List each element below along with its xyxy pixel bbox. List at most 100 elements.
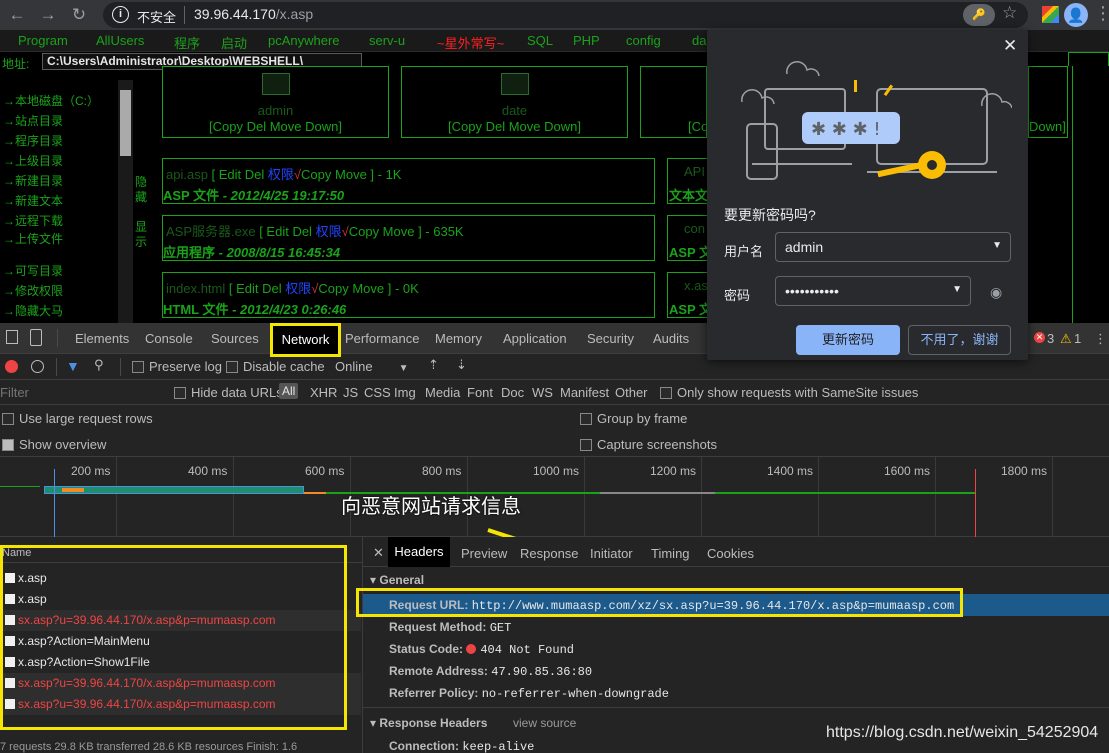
nav-upload-file[interactable]: →上传文件 (3, 230, 63, 247)
file-name[interactable]: ASP服务器.exe (166, 224, 256, 239)
folder-name[interactable]: date (402, 103, 627, 118)
stub-name[interactable]: API (684, 164, 705, 179)
file-perm[interactable]: 权限 (316, 224, 342, 239)
folder-card-partial-right[interactable]: Down] (1028, 66, 1068, 138)
nav-modify-perm[interactable]: →修改权限 (3, 282, 63, 299)
nav-site-dir[interactable]: →站点目录 (3, 112, 63, 129)
type-other[interactable]: Other (615, 385, 648, 400)
username-select[interactable]: admin ▼ (775, 232, 1011, 262)
view-source-link[interactable]: view source (513, 716, 576, 730)
kebab-menu-icon[interactable]: ⋮ (1094, 3, 1109, 24)
type-css[interactable]: CSS (364, 385, 391, 400)
nav-writable-dir[interactable]: →可写目录 (3, 262, 63, 279)
type-media[interactable]: Media (425, 385, 460, 400)
checkbox-box-checked[interactable] (2, 439, 14, 451)
type-font[interactable]: Font (467, 385, 493, 400)
no-thanks-button[interactable]: 不用了，谢谢 (908, 325, 1011, 355)
nav-new-text[interactable]: →新建文本 (3, 192, 63, 209)
file-ops-suffix[interactable]: Copy Move ] - 0K (318, 281, 418, 296)
record-icon[interactable] (5, 360, 18, 373)
checkbox-box[interactable] (132, 361, 144, 373)
menu-config[interactable]: config (626, 33, 661, 48)
tab-memory[interactable]: Memory (435, 331, 482, 346)
file-row-exe[interactable]: ASP服务器.exe [ Edit Del 权限√Copy Move ] - 6… (162, 215, 655, 261)
hide-data-urls-checkbox[interactable]: Hide data URLs (174, 385, 283, 400)
checkbox-box[interactable] (580, 439, 592, 451)
eye-icon[interactable]: ◉ (990, 284, 1002, 301)
type-img[interactable]: Img (394, 385, 416, 400)
clear-icon[interactable] (31, 360, 44, 373)
general-section-toggle[interactable]: ▾ General (370, 573, 424, 587)
tab-timing[interactable]: Timing (651, 546, 690, 561)
nav-scroll-thumb[interactable] (120, 90, 131, 156)
menu-pcanywhere[interactable]: pcAnywhere (268, 33, 340, 48)
tab-security[interactable]: Security (587, 331, 634, 346)
menu-da[interactable]: da (692, 33, 706, 48)
header-status-code[interactable]: Status Code: 404 Not Found (389, 642, 574, 657)
file-stub[interactable]: con ASP 文 (667, 215, 709, 261)
folder-actions[interactable]: [Copy Del Move Down] (402, 119, 627, 134)
tab-application[interactable]: Application (503, 331, 567, 346)
nav-hide-shell[interactable]: →隐藏大马 (3, 302, 63, 319)
header-request-method[interactable]: Request Method: GET (389, 620, 511, 635)
header-referrer-policy[interactable]: Referrer Policy: no-referrer-when-downgr… (389, 686, 669, 701)
password-select[interactable]: ••••••••••• ▼ (775, 276, 971, 306)
folder-card-date[interactable]: date [Copy Del Move Down] (401, 66, 628, 138)
group-by-frame-checkbox[interactable]: Group by frame (580, 411, 687, 426)
import-har-icon[interactable]: ⇡ (428, 357, 439, 373)
large-rows-checkbox[interactable]: Use large request rows (2, 411, 153, 426)
nav-program-dir[interactable]: →程序目录 (3, 132, 63, 149)
tab-preview[interactable]: Preview (461, 546, 507, 561)
back-icon[interactable]: ← (6, 4, 28, 26)
header-connection[interactable]: Connection: keep-alive (389, 739, 534, 753)
reload-icon[interactable]: ↻ (68, 4, 90, 26)
tab-initiator[interactable]: Initiator (590, 546, 633, 561)
file-row-api[interactable]: api.asp [ Edit Del 权限√Copy Move ] - 1K A… (162, 158, 655, 204)
checkbox-box[interactable] (580, 413, 592, 425)
file-row-index[interactable]: index.html [ Edit Del 权限√Copy Move ] - 0… (162, 272, 655, 318)
menu-php[interactable]: PHP (573, 33, 600, 48)
folder-name[interactable]: admin (163, 103, 388, 118)
key-icon[interactable]: 🔑 (963, 4, 995, 26)
hide-toggle[interactable]: 隐藏 显示 (135, 175, 149, 250)
type-all[interactable]: All (279, 383, 299, 399)
tab-audits[interactable]: Audits (653, 331, 689, 346)
type-js[interactable]: JS (343, 385, 358, 400)
tab-network[interactable]: Network (270, 323, 341, 357)
tab-performance[interactable]: Performance (345, 331, 419, 346)
close-icon[interactable]: ✕ (373, 545, 384, 561)
filter-funnel-icon[interactable]: ▼ (66, 358, 80, 374)
update-password-button[interactable]: 更新密码 (796, 325, 900, 355)
tab-console[interactable]: Console (145, 331, 193, 346)
menu-programs[interactable]: 程序 (174, 33, 200, 52)
checkbox-box[interactable] (2, 413, 14, 425)
nav-new-dir[interactable]: →新建目录 (3, 172, 63, 189)
menu-servu[interactable]: serv-u (369, 33, 405, 48)
export-har-icon[interactable]: ⇣ (456, 357, 467, 373)
menu-startup[interactable]: 启动 (221, 33, 247, 52)
stub-name[interactable]: x.as (684, 278, 708, 293)
checkbox-box[interactable] (226, 361, 238, 373)
extension-icon[interactable] (1042, 6, 1059, 23)
forward-icon[interactable]: → (37, 4, 59, 26)
file-ops-suffix[interactable]: Copy Move ] - 1K (301, 167, 401, 182)
stub-name[interactable]: con (684, 221, 705, 236)
profile-avatar[interactable]: 👤 (1064, 3, 1088, 27)
error-count[interactable]: 3 (1047, 331, 1054, 346)
disable-cache-checkbox[interactable]: Disable cache (226, 359, 325, 374)
file-ops-prefix[interactable]: [ Edit Del (256, 224, 316, 239)
type-ws[interactable]: WS (532, 385, 553, 400)
file-stub[interactable]: x.as ASP 文 (667, 272, 709, 318)
filter-input[interactable] (0, 383, 160, 401)
tab-response[interactable]: Response (520, 546, 579, 561)
show-overview-checkbox[interactable]: Show overview (2, 437, 106, 452)
search-icon[interactable]: ⚲ (94, 357, 104, 373)
tab-headers[interactable]: Headers (388, 537, 450, 567)
inspect-icon[interactable] (6, 330, 18, 344)
panel-splitter[interactable] (362, 537, 363, 753)
menu-program[interactable]: Program (18, 33, 68, 48)
type-xhr[interactable]: XHR (310, 385, 337, 400)
address-bar[interactable]: i 不安全 39.96.44.170/x.asp 🔑 ☆ (103, 2, 1028, 28)
throttle-select[interactable]: Online ▼ (335, 359, 408, 374)
nav-remote-download[interactable]: →远程下载 (3, 212, 63, 229)
